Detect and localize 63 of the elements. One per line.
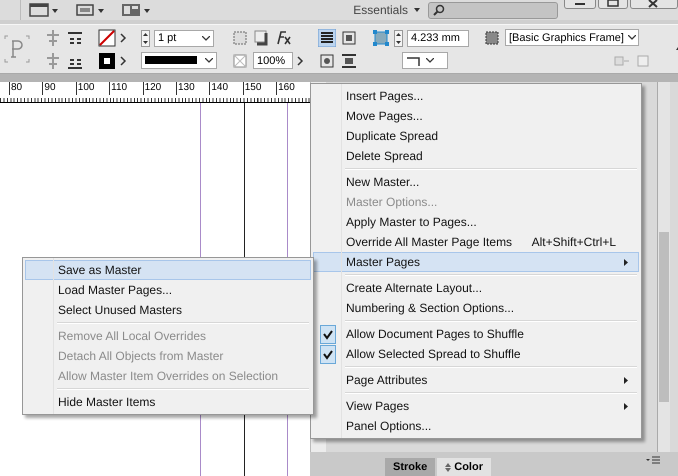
arrange-documents-icon[interactable]	[121, 2, 151, 18]
updown-icon	[445, 462, 452, 472]
menu-item[interactable]: Hide Master Items	[25, 392, 311, 412]
menu-item[interactable]: Load Master Pages...	[25, 280, 311, 300]
menu-item[interactable]: View Pages	[313, 396, 639, 416]
opacity-icon[interactable]	[231, 52, 249, 70]
menu-item[interactable]: Save as Master	[25, 260, 311, 280]
stroke-swatch-icon[interactable]	[98, 52, 116, 70]
menu-item[interactable]: Delete Spread	[313, 146, 639, 166]
chevron-icon	[628, 35, 636, 40]
menu-item[interactable]: Override All Master Page Items Alt+Shift+Ctrl+L	[313, 232, 639, 252]
panel-tab[interactable]: Color	[437, 458, 491, 476]
workspace-switcher[interactable]: Essentials	[345, 3, 428, 17]
wrap-bounding-box-icon[interactable]	[340, 28, 358, 46]
panel-menu-icon[interactable]	[646, 455, 660, 465]
menu-item[interactable]: Allow Selected Spread to Shuffle	[313, 344, 639, 364]
chevron-icon	[205, 58, 213, 62]
fill-swatch-icon[interactable]	[98, 28, 116, 46]
menu-item[interactable]: Insert Pages...	[313, 86, 639, 106]
spinner-icon[interactable]	[141, 30, 150, 46]
menu-item[interactable]: Select Unused Masters	[25, 300, 311, 320]
chevron-icon	[426, 58, 434, 63]
corner-shape-dropdown[interactable]	[402, 52, 448, 69]
menu-item[interactable]: Panel Options...	[313, 416, 639, 436]
stroke-weight-dropdown[interactable]: 1 pt	[154, 30, 214, 46]
ruler: 80 90 100 110 120 130 140 150 160	[0, 82, 310, 103]
menu-item[interactable]: Page Attributes	[313, 370, 639, 390]
menu-item[interactable]: Apply Master to Pages...	[313, 212, 639, 232]
stroke-type-dropdown[interactable]	[141, 52, 217, 68]
panel-tab[interactable]: Stroke	[385, 458, 436, 476]
type-tool-icon	[4, 35, 30, 63]
shortcut-label: Alt+Shift+Ctrl+L	[532, 235, 616, 249]
screen-mode-icon[interactable]	[29, 2, 59, 18]
close-button[interactable]	[630, 0, 678, 9]
maximize-button[interactable]	[598, 0, 628, 9]
opacity-field[interactable]: 100%	[253, 52, 293, 69]
no-wrap-icon[interactable]	[318, 28, 336, 46]
menu-item[interactable]: Create Alternate Layout...	[313, 278, 639, 298]
chevron-right-icon[interactable]	[120, 54, 127, 66]
search-icon	[433, 4, 445, 16]
menu-item[interactable]: Move Pages...	[313, 106, 639, 126]
minimize-button[interactable]	[564, 0, 596, 9]
chevron-right-icon[interactable]	[297, 54, 304, 66]
spinner-icon[interactable]	[394, 30, 403, 46]
corner-shape-icon	[406, 56, 422, 66]
menu-item[interactable]: Allow Document Pages to Shuffle	[313, 324, 639, 344]
frame-view-icon[interactable]	[75, 2, 105, 18]
chevron-icon	[202, 36, 210, 40]
effects-icon[interactable]	[275, 28, 293, 46]
menu-item[interactable]: Duplicate Spread	[313, 126, 639, 146]
chevron-right-icon[interactable]	[120, 32, 127, 44]
wrap-shape-icon[interactable]	[318, 52, 336, 70]
menu-item[interactable]: Master Pages	[313, 252, 639, 272]
menu-item[interactable]: New Master...	[313, 172, 639, 192]
search-field[interactable]	[428, 2, 558, 18]
corner-size-field[interactable]: 4.233 mm	[407, 30, 469, 46]
jump-object-icon[interactable]	[340, 52, 358, 70]
object-style-dropdown[interactable]: [Basic Graphics Frame]	[505, 29, 639, 46]
caret-icon	[414, 8, 420, 12]
object-style-icon[interactable]	[483, 28, 501, 46]
scrollbar[interactable]	[657, 82, 670, 452]
menu-item[interactable]: Numbering & Section Options...	[313, 298, 639, 318]
corner-icon[interactable]	[231, 28, 249, 46]
